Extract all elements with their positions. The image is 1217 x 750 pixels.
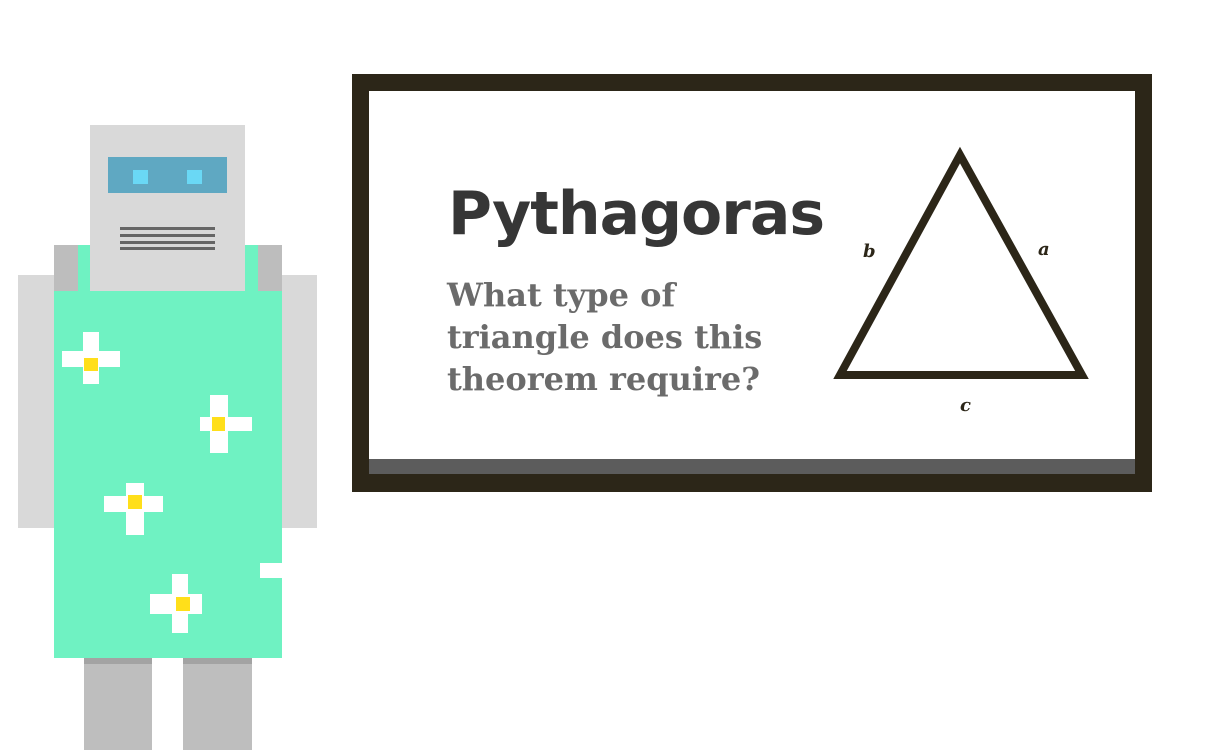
robot-right-eye [187, 170, 202, 184]
robot-mouth-line [120, 234, 215, 237]
flower-icon [62, 332, 120, 384]
robot-dress-strap-left [78, 245, 90, 291]
flower-icon [104, 483, 163, 535]
robot-dress-strap-right [245, 245, 258, 291]
robot-left-leg [84, 658, 152, 750]
robot-visor [108, 157, 227, 193]
flower-icon [260, 563, 282, 578]
robot-mouth-line [120, 247, 215, 250]
slide-question: What type of triangle does this theorem … [447, 276, 763, 398]
flower-icon [200, 395, 252, 453]
robot-right-shoulder [258, 245, 282, 291]
robot-mouth-line [120, 227, 215, 230]
side-label-a: a [1038, 239, 1050, 260]
side-label-b: b [863, 241, 876, 262]
triangle-diagram: b a c [833, 146, 1089, 416]
robot-left-eye [133, 170, 148, 184]
robot-left-arm [18, 275, 54, 528]
robot-right-hip [183, 658, 252, 664]
robot-head [90, 125, 245, 291]
robot-mouth-line [120, 241, 215, 244]
robot-left-hip [84, 658, 152, 664]
triangle-shape [833, 146, 1089, 379]
robot-right-arm [280, 275, 317, 528]
slide-title: Pythagoras [448, 179, 825, 249]
side-label-c: c [960, 395, 971, 416]
robot-character [0, 0, 340, 750]
robot-left-shoulder [54, 245, 78, 291]
flower-icon [150, 574, 202, 633]
robot-right-leg [183, 658, 252, 750]
slide-board-ledge [369, 459, 1135, 474]
